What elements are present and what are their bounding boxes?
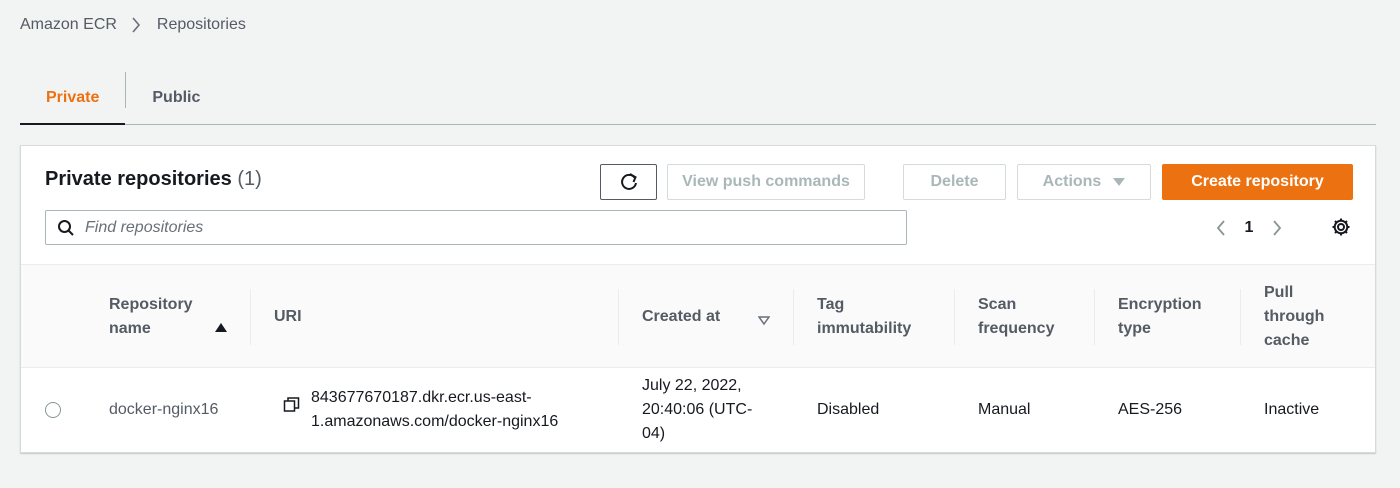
uri-cell: 843677670187.dkr.ecr.us-east- 1.amazonaw… bbox=[283, 368, 558, 452]
search-box bbox=[45, 210, 907, 245]
column-label-line: Encryption bbox=[1118, 296, 1202, 313]
column-label-line: Pull bbox=[1264, 284, 1294, 301]
table-header: Repository name URI Created at Tag immut… bbox=[21, 264, 1375, 368]
repository-tabs: Private Public bbox=[20, 72, 1376, 125]
private-repositories-panel: Private repositories (1) View push comma… bbox=[20, 145, 1376, 453]
uri-line: 1.amazonaws.com/docker-nginx16 bbox=[311, 413, 559, 430]
created-at-line: 20:40:06 (UTC- bbox=[642, 401, 753, 418]
pull-through-cache-cell: Inactive bbox=[1264, 401, 1320, 418]
row-select-radio[interactable] bbox=[45, 402, 61, 418]
column-label-line: through bbox=[1264, 308, 1325, 325]
tag-immutability-cell: Disabled bbox=[817, 401, 880, 418]
panel-title: Private repositories (1) bbox=[45, 168, 262, 191]
column-label-line: Scan bbox=[978, 296, 1017, 313]
tab-public[interactable]: Public bbox=[126, 72, 226, 124]
created-at-line: July 22, 2022, bbox=[642, 377, 742, 394]
previous-page-icon[interactable] bbox=[1207, 219, 1235, 237]
pagination: 1 bbox=[1207, 214, 1291, 242]
repository-count: (1) bbox=[237, 168, 262, 190]
column-label-line: name bbox=[109, 320, 151, 337]
next-page-icon[interactable] bbox=[1263, 219, 1291, 237]
created-at-line: 04) bbox=[642, 425, 666, 442]
delete-button[interactable]: Delete bbox=[903, 164, 1006, 200]
column-header-uri[interactable]: URI bbox=[250, 265, 618, 369]
create-repository-button[interactable]: Create repository bbox=[1162, 164, 1353, 200]
copy-icon[interactable] bbox=[283, 396, 301, 414]
table-row[interactable]: docker-nginx16 843677670187.dkr.ecr.us-e… bbox=[21, 368, 1375, 452]
uri-line: 843677670187.dkr.ecr.us-east- bbox=[311, 389, 532, 406]
caret-down-icon bbox=[1113, 178, 1126, 186]
column-label-line: cache bbox=[1264, 332, 1310, 349]
breadcrumb: Amazon ECR Repositories bbox=[20, 14, 246, 36]
column-header-repository-name[interactable]: Repository name bbox=[109, 265, 250, 369]
breadcrumb-root-link[interactable]: Amazon ECR bbox=[20, 16, 117, 34]
column-label: URI bbox=[274, 308, 302, 325]
column-label-line: type bbox=[1118, 320, 1151, 337]
column-label: Created at bbox=[642, 308, 721, 325]
scan-frequency-cell: Manual bbox=[978, 401, 1031, 418]
chevron-right-icon bbox=[131, 17, 141, 33]
encryption-type-cell: AES-256 bbox=[1118, 401, 1183, 418]
created-at-cell: July 22, 2022, 20:40:06 (UTC- 04) bbox=[642, 368, 752, 452]
refresh-button[interactable] bbox=[600, 164, 657, 200]
refresh-icon bbox=[620, 173, 637, 190]
search-input[interactable] bbox=[85, 218, 865, 237]
column-header-encryption-type[interactable]: Encryption type bbox=[1094, 265, 1240, 369]
search-icon bbox=[57, 219, 75, 237]
sort-ascending-icon[interactable] bbox=[215, 323, 227, 332]
column-label-line: immutability bbox=[817, 320, 912, 337]
current-page-number[interactable]: 1 bbox=[1235, 219, 1263, 237]
column-header-tag-immutability[interactable]: Tag immutability bbox=[793, 265, 954, 369]
column-label-line: frequency bbox=[978, 320, 1055, 337]
column-header-created-at[interactable]: Created at bbox=[618, 265, 793, 369]
repository-name-link[interactable]: docker-nginx16 bbox=[109, 368, 218, 452]
row-select-cell bbox=[45, 368, 61, 452]
panel-title-text: Private repositories bbox=[45, 168, 232, 190]
tab-private[interactable]: Private bbox=[20, 72, 126, 125]
column-label-line: Repository bbox=[109, 296, 193, 313]
breadcrumb-current: Repositories bbox=[156, 16, 246, 33]
column-label-line: Tag bbox=[817, 296, 845, 313]
view-push-commands-button[interactable]: View push commands bbox=[667, 164, 865, 200]
gear-icon[interactable] bbox=[1331, 217, 1351, 237]
actions-dropdown-button[interactable]: Actions bbox=[1017, 164, 1151, 200]
column-header-scan-frequency[interactable]: Scan frequency bbox=[954, 265, 1094, 369]
column-header-pull-through-cache[interactable]: Pull through cache bbox=[1240, 265, 1375, 369]
sort-descending-icon[interactable] bbox=[757, 310, 771, 334]
actions-label: Actions bbox=[1042, 173, 1102, 190]
